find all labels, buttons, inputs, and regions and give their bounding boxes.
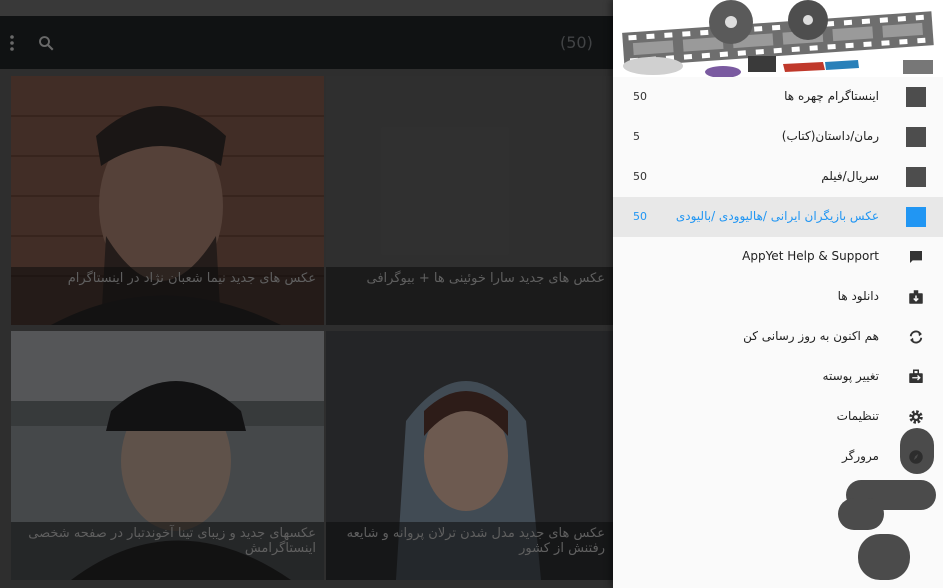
- menu-item-update-now[interactable]: هم اکنون به روز رسانی کن: [613, 317, 943, 357]
- category-label: رمان/داستان(کتاب): [781, 129, 879, 143]
- menu-item-help-support[interactable]: AppYet Help & Support: [613, 237, 943, 277]
- menu-item-change-theme[interactable]: تغییر پوسته: [613, 357, 943, 397]
- category-item-novel[interactable]: 5 رمان/داستان(کتاب): [613, 117, 943, 157]
- category-label: سریال/فیلم: [821, 169, 879, 183]
- category-label: اینستاگرام چهره ها: [784, 89, 879, 103]
- chat-icon: [906, 247, 926, 267]
- category-item-celebrity-instagram[interactable]: 50 اینستاگرام چهره ها: [613, 77, 943, 117]
- menu-label: تغییر پوسته: [822, 369, 879, 383]
- drawer-header-image: [613, 0, 943, 77]
- category-square-icon: [906, 167, 926, 187]
- download-icon: [906, 287, 926, 307]
- category-count: 5: [633, 130, 640, 143]
- watermark-logo: [838, 428, 936, 580]
- menu-label: دانلود ها: [837, 289, 879, 303]
- category-item-series-film[interactable]: 50 سریال/فیلم: [613, 157, 943, 197]
- category-label: عکس بازیگران ایرانی /هالیوودی /بالیودی: [675, 209, 879, 223]
- settings-icon: [906, 407, 926, 427]
- category-item-actor-photos[interactable]: 50 عکس بازیگران ایرانی /هالیوودی /بالیود…: [613, 197, 943, 237]
- category-square-icon: [906, 127, 926, 147]
- menu-item-downloads[interactable]: دانلود ها: [613, 277, 943, 317]
- category-count: 50: [633, 90, 647, 103]
- category-square-icon: [906, 207, 926, 227]
- menu-label: هم اکنون به روز رسانی کن: [743, 329, 879, 343]
- category-count: 50: [633, 210, 647, 223]
- drawer-list: 50 اینستاگرام چهره ها 5 رمان/داستان(کتاب…: [613, 77, 943, 477]
- menu-label: AppYet Help & Support: [742, 249, 879, 263]
- category-count: 50: [633, 170, 647, 183]
- sync-icon: [906, 327, 926, 347]
- theme-icon: [906, 367, 926, 387]
- category-square-icon: [906, 87, 926, 107]
- drawer-scrim[interactable]: [0, 0, 613, 588]
